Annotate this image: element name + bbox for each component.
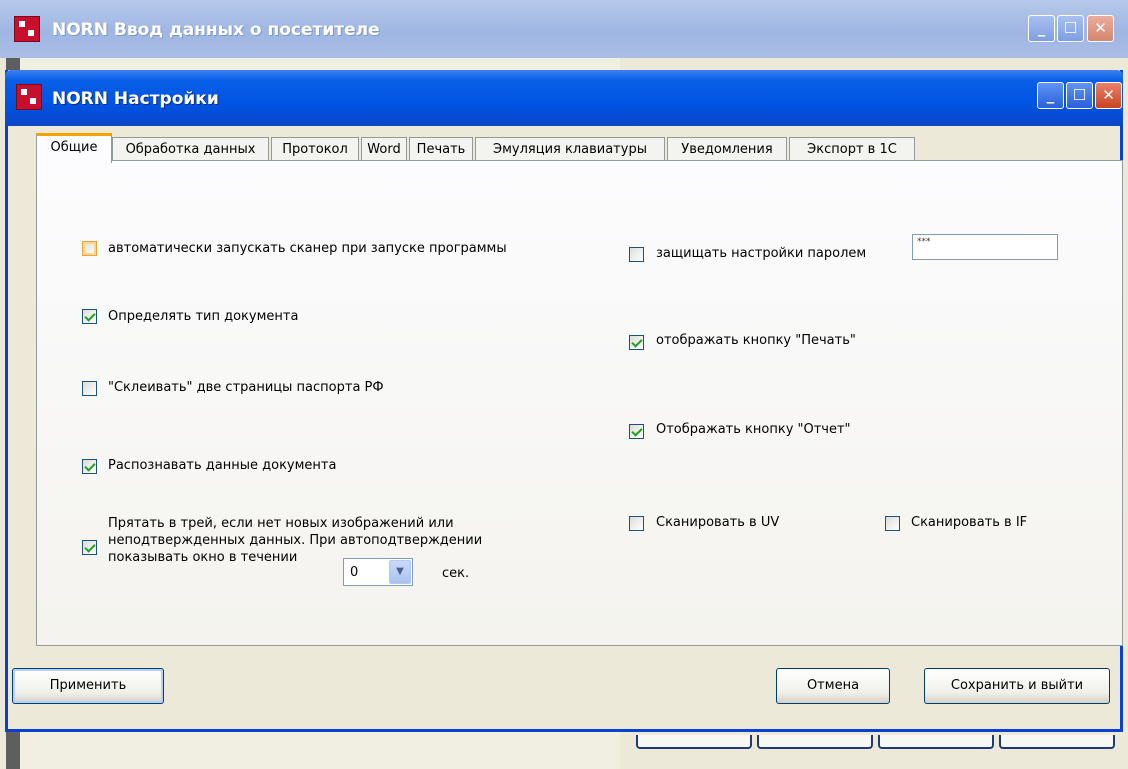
close-button[interactable]: ✕ [1087,15,1114,42]
hide-to-tray-label: Прятать в трей, если нет новых изображен… [108,516,483,565]
background-titlebar: NORN Ввод данных о посетителе _ ☐ ✕ [0,0,1128,58]
norn-app-icon [14,16,40,42]
show-print-button-label: отображать кнопку "Печать" [656,333,856,348]
scan-if-checkbox[interactable] [885,516,900,531]
tab-word[interactable]: Word [361,137,407,161]
tab-general[interactable]: Общие [36,133,112,163]
background-button[interactable] [878,735,994,749]
minimize-icon: _ [1046,86,1055,104]
tray-seconds-value: 0 [350,565,359,580]
autostart-scanner-label: автоматически запускать сканер при запус… [108,241,507,256]
settings-dialog: NORN Настройки _ ☐ ✕ Общие Обработка дан… [5,70,1123,732]
minimize-icon: _ [1037,19,1046,37]
password-protect-label: защищать настройки паролем [656,246,867,261]
close-icon: ✕ [1102,86,1115,104]
tab-export-1c[interactable]: Экспорт в 1С [789,137,915,161]
close-button[interactable]: ✕ [1095,82,1122,109]
minimize-button[interactable]: _ [1028,15,1055,42]
scan-uv-label: Сканировать в UV [656,515,780,530]
maximize-icon: ☐ [1072,86,1087,104]
show-print-button-checkbox[interactable] [629,335,644,350]
detect-doc-type-checkbox[interactable] [82,309,97,324]
background-window-title: NORN Ввод данных о посетителе [52,20,380,40]
password-input[interactable]: *** [912,234,1058,260]
maximize-icon: ☐ [1063,19,1078,37]
maximize-button[interactable]: ☐ [1066,82,1093,109]
detect-doc-type-label: Определять тип документа [108,309,299,324]
glue-pages-label: "Склеивать" две страницы паспорта РФ [108,380,384,395]
tab-data-processing[interactable]: Обработка данных [112,137,269,161]
chevron-down-icon[interactable]: ▼ [389,560,411,584]
hide-to-tray-checkbox[interactable] [82,540,97,555]
scan-uv-checkbox[interactable] [629,516,644,531]
apply-button[interactable]: Применить [12,668,164,704]
background-button[interactable] [757,735,873,749]
norn-app-icon [16,84,42,110]
tab-protocol[interactable]: Протокол [271,137,359,161]
seconds-unit-label: сек. [442,566,470,581]
dialog-titlebar: NORN Настройки _ ☐ ✕ [5,70,1123,126]
recognize-data-checkbox[interactable] [82,459,97,474]
dialog-title: NORN Настройки [52,89,219,109]
glue-pages-checkbox[interactable] [82,381,97,396]
scan-if-label: Сканировать в IF [911,515,1028,530]
save-and-exit-button[interactable]: Сохранить и выйти [924,668,1110,704]
background-button[interactable] [636,735,752,749]
background-button[interactable] [999,735,1115,749]
general-tab-panel: автоматически запускать сканер при запус… [36,160,1123,646]
tab-print[interactable]: Печать [409,137,473,161]
tray-seconds-select[interactable]: 0 ▼ [343,558,413,586]
minimize-button[interactable]: _ [1037,82,1064,109]
password-protect-checkbox[interactable] [629,247,644,262]
recognize-data-label: Распознавать данные документа [108,458,337,473]
maximize-button[interactable]: ☐ [1057,15,1084,42]
close-icon: ✕ [1094,19,1107,37]
tab-keyboard-emulation[interactable]: Эмуляция клавиатуры [475,137,665,161]
cancel-button[interactable]: Отмена [776,668,890,704]
show-report-button-label: Отображать кнопку "Отчет" [656,422,851,437]
autostart-scanner-checkbox[interactable] [82,241,97,256]
show-report-button-checkbox[interactable] [629,424,644,439]
tab-notifications[interactable]: Уведомления [667,137,787,161]
